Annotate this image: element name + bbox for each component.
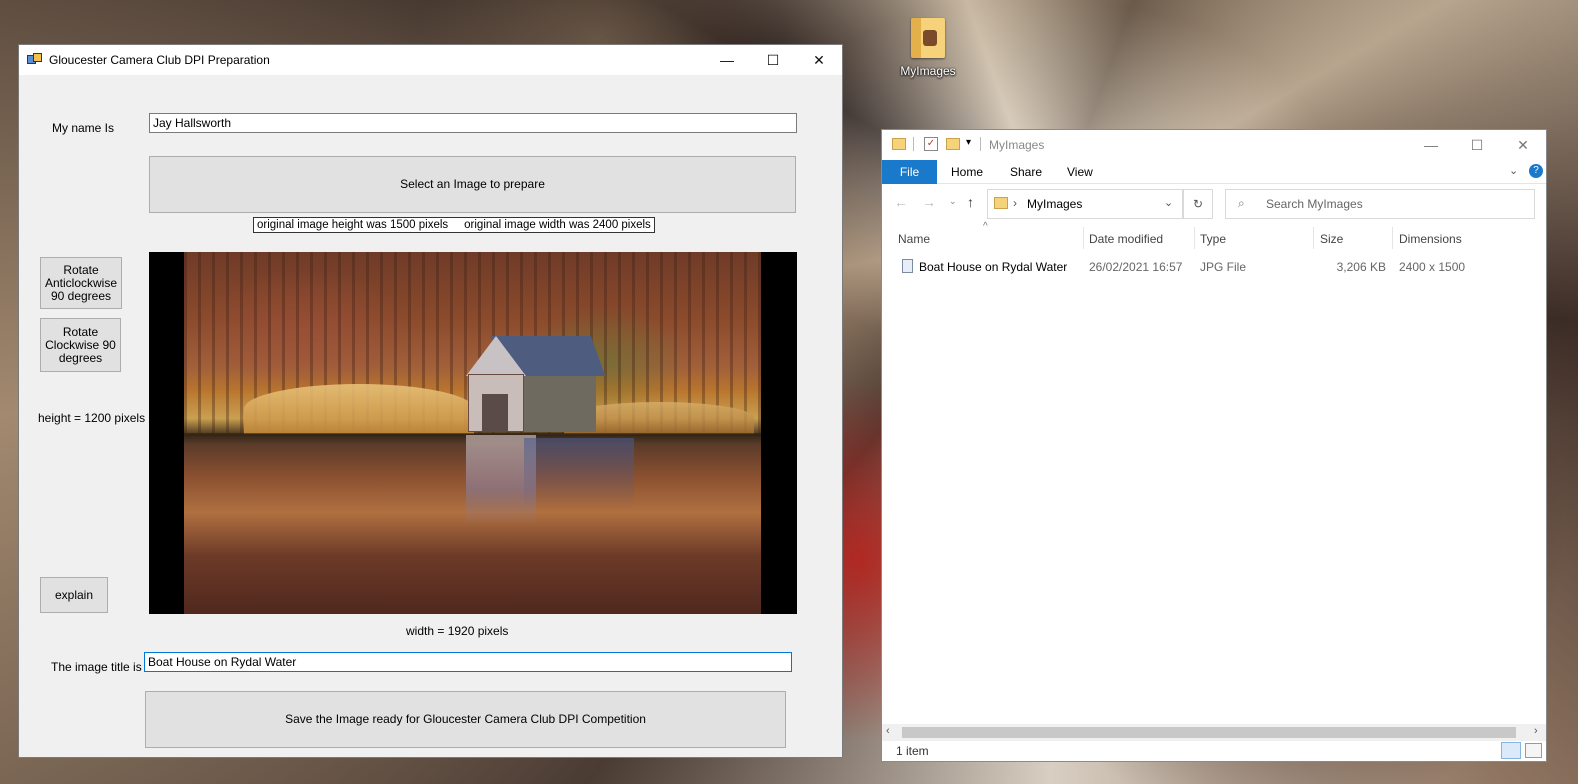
details-view-icon[interactable] [1501,742,1521,759]
title-label: The image title is [51,660,142,674]
file-date: 26/02/2021 16:57 [1089,260,1183,274]
image-preview [149,252,797,614]
address-path: MyImages [1027,197,1083,211]
original-dimensions-box: original image height was 1500 pixels ori… [253,217,655,233]
tab-share[interactable]: Share [1010,160,1042,184]
new-folder-icon[interactable] [946,138,960,150]
up-icon[interactable]: ↑ [967,194,974,210]
explain-button[interactable]: explain [40,577,108,613]
file-row[interactable]: Boat House on Rydal Water 26/02/2021 16:… [896,255,1536,277]
folder-icon [994,197,1008,209]
expand-ribbon-icon[interactable]: ⌄ [1509,164,1518,177]
minimize-button[interactable]: — [1408,130,1454,160]
jpg-file-icon [902,259,913,273]
app-titlebar: Gloucester Camera Club DPI Preparation —… [19,45,842,75]
quick-access-dropdown-icon[interactable]: ▾ [966,137,971,148]
scroll-right-icon[interactable]: › [1534,725,1538,737]
desktop-folder-myimages[interactable]: MyImages [893,18,963,78]
ribbon: File Home Share View ⌄ ? [882,160,1546,184]
name-label: My name Is [52,121,115,135]
large-icons-view-icon[interactable] [1525,743,1542,758]
path-separator-icon: › [1013,196,1017,210]
width-label: width = 1920 pixels [406,624,509,638]
scroll-left-icon[interactable]: ‹ [886,725,890,737]
column-size[interactable]: Size [1320,232,1343,246]
name-input[interactable]: Jay Hallsworth [149,113,797,133]
explorer-window: ✓ ▾ MyImages — ☐ ✕ File Home Share View … [881,129,1547,762]
search-input[interactable]: Search MyImages [1266,197,1363,211]
app-window: Gloucester Camera Club DPI Preparation —… [18,44,843,758]
column-dimensions[interactable]: Dimensions [1399,232,1462,246]
tab-home[interactable]: Home [951,160,983,184]
help-icon[interactable]: ? [1529,164,1543,178]
explorer-title: MyImages [989,138,1045,152]
item-count: 1 item [896,744,929,758]
maximize-button[interactable]: ☐ [750,45,796,75]
refresh-icon[interactable]: ↻ [1183,189,1213,219]
column-name[interactable]: Name [898,232,930,246]
close-button[interactable]: ✕ [1500,130,1546,160]
original-width-text: original image width was 2400 pixels [464,219,651,231]
desktop-icon-label: MyImages [900,64,956,78]
file-size: 3,206 KB [1336,260,1386,274]
navigation-bar: ← → ⌄ ↑ › MyImages ⌄ ↻ ⌕ Search MyImages [882,186,1546,222]
rotate-anticlockwise-button[interactable]: Rotate Anticlockwise 90 degrees [40,257,122,309]
status-bar: 1 item [882,741,1546,761]
app-icon [27,53,43,67]
tab-view[interactable]: View [1067,160,1093,184]
horizontal-scrollbar[interactable]: ‹ › [882,724,1546,741]
search-icon: ⌕ [1238,196,1245,210]
properties-icon[interactable]: ✓ [924,137,938,151]
close-button[interactable]: ✕ [796,45,842,75]
file-name: Boat House on Rydal Water [919,260,1068,274]
image-title-input[interactable]: Boat House on Rydal Water [144,652,792,672]
sort-ascending-icon: ^ [983,221,988,232]
column-headers: ^ Name Date modified Type Size Dimension… [882,221,1546,251]
folder-icon [892,138,906,150]
height-label: height = 1200 pixels [38,411,146,425]
scrollbar-thumb[interactable] [902,727,1516,738]
back-icon[interactable]: ← [894,194,908,210]
column-date-modified[interactable]: Date modified [1089,232,1163,246]
tab-file[interactable]: File [882,160,937,184]
select-image-button[interactable]: Select an Image to prepare [149,156,796,213]
file-type: JPG File [1200,260,1247,274]
forward-icon[interactable]: → [922,194,936,210]
minimize-button[interactable]: — [704,45,750,75]
folder-icon [911,18,945,58]
column-type[interactable]: Type [1200,232,1226,246]
search-box[interactable]: ⌕ Search MyImages [1225,189,1535,219]
boat-house-photo [184,252,761,614]
original-height-text: original image height was 1500 pixels [257,219,449,231]
address-bar[interactable]: › MyImages ⌄ [987,189,1183,219]
file-dimensions: 2400 x 1500 [1399,260,1466,274]
app-title: Gloucester Camera Club DPI Preparation [49,53,270,67]
explorer-titlebar: ✓ ▾ MyImages — ☐ ✕ [882,130,1546,160]
address-dropdown-icon[interactable]: ⌄ [1164,196,1173,209]
maximize-button[interactable]: ☐ [1454,130,1500,160]
rotate-clockwise-button[interactable]: Rotate Clockwise 90 degrees [40,318,121,372]
recent-locations-icon[interactable]: ⌄ [949,196,957,207]
save-image-button[interactable]: Save the Image ready for Gloucester Came… [145,691,786,748]
